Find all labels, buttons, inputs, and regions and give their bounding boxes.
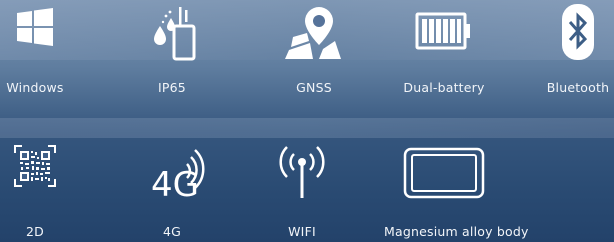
tablet-device-icon [384, 146, 504, 210]
water-drop-phone-icon [112, 4, 232, 68]
feature-label: 2D [26, 224, 44, 239]
feature-label: Bluetooth [546, 80, 610, 95]
windows-logo-icon [0, 6, 95, 70]
feature-label: 4G [162, 224, 182, 239]
4g-signal-icon: 4G [112, 140, 232, 204]
map-pin-icon [254, 3, 374, 67]
feature-label: IP65 [158, 80, 186, 95]
feature-label: WIFI [288, 224, 316, 239]
bluetooth-icon [518, 2, 614, 66]
feature-label: GNSS [296, 80, 332, 95]
battery-icon [384, 10, 504, 74]
background-band [0, 118, 614, 138]
wifi-antenna-icon [242, 140, 362, 204]
feature-label: Dual-battery [403, 80, 485, 95]
feature-label: Windows [6, 80, 64, 95]
qr-code-icon [0, 143, 95, 207]
feature-label: Magnesium alloy body [384, 224, 529, 239]
